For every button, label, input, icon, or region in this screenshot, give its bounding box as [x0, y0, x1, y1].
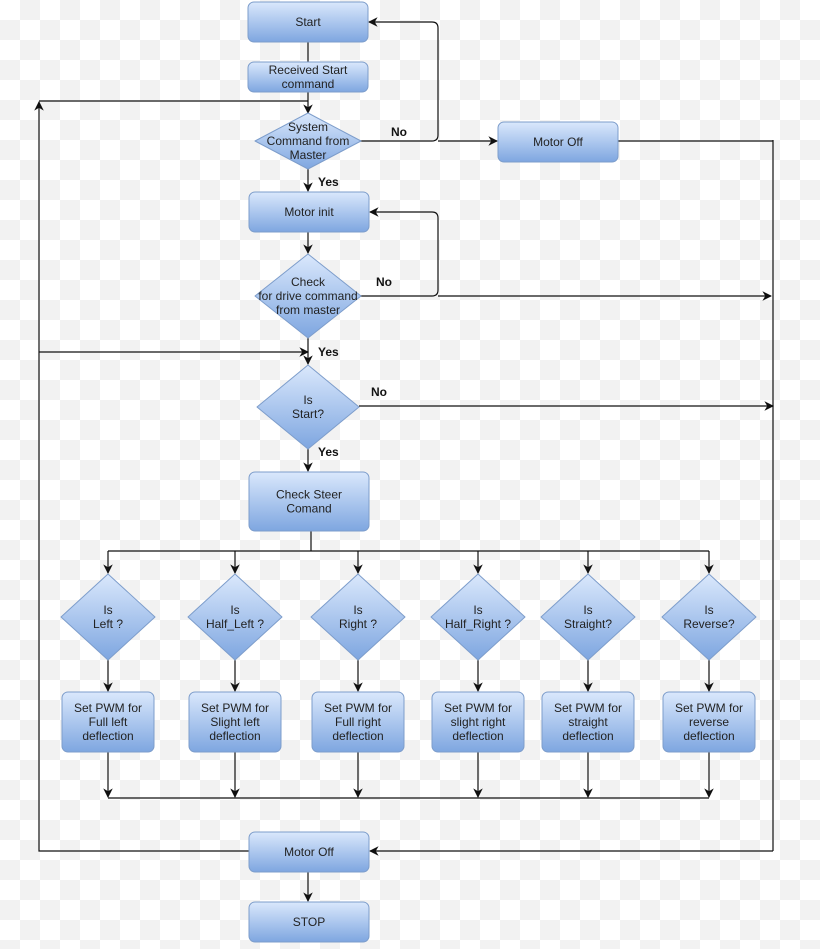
node-label-line: Is	[353, 603, 362, 617]
node-is-half-right: IsHalf_Right ?	[430, 573, 526, 661]
node-label-line: Comand	[286, 502, 331, 516]
node-pwm-right: Set PWM forFull rightdeflection	[311, 691, 405, 753]
flowchart: Start Received Startcommand SystemCommand …	[34, 1, 774, 943]
node-label-line: Set PWM for	[554, 701, 622, 715]
node-label-line: Half_Right ?	[445, 617, 511, 631]
node-label-line: Is	[103, 603, 112, 617]
node-label-line: Master	[290, 148, 327, 162]
node-label-line: Check Steer	[276, 488, 342, 502]
node-pwm-half-left: Set PWM forSlight leftdeflection	[188, 691, 282, 753]
node-label-line: Straight?	[564, 617, 612, 631]
node-label-line: Full right	[335, 715, 382, 729]
node-start: Start	[247, 1, 369, 43]
node-is-start: IsStart?	[256, 364, 360, 450]
node-label-line: from master	[276, 303, 340, 317]
node-label-line: Motor Off	[284, 845, 334, 859]
node-label-line: for drive command	[258, 289, 357, 303]
node-label-line: deflection	[562, 729, 613, 743]
node-pwm-reverse: Set PWM forreversedeflection	[662, 691, 756, 753]
node-label-line: Motor Off	[533, 135, 583, 149]
edge-system-no-to-start	[360, 17, 439, 142]
node-label-line: System	[288, 120, 328, 134]
node-label-line: Start	[295, 15, 321, 29]
node-label-line: Received Start	[269, 63, 348, 77]
node-label-line: deflection	[452, 729, 503, 743]
node-label-line: Right ?	[339, 617, 377, 631]
node-is-left: IsLeft ?	[60, 573, 156, 661]
node-label-line: Command from	[267, 134, 350, 148]
node-label-line: deflection	[82, 729, 133, 743]
node-label-line: deflection	[209, 729, 260, 743]
node-label-line: Start?	[292, 407, 324, 421]
node-stop: STOP	[248, 901, 370, 943]
node-label-line: Half_Left ?	[206, 617, 264, 631]
edge-label-drive-no: No	[376, 275, 392, 289]
node-label-line: straight	[568, 715, 608, 729]
node-label-line: Check	[291, 275, 326, 289]
edge-label-system-yes: Yes	[318, 175, 339, 189]
node-is-reverse: IsReverse?	[661, 573, 757, 661]
node-received: Received Startcommand	[247, 61, 369, 93]
node-system-cmd: SystemCommand fromMaster	[254, 112, 362, 170]
node-label-line: STOP	[293, 915, 325, 929]
node-label-line: deflection	[683, 729, 734, 743]
node-label-line: deflection	[332, 729, 383, 743]
node-label-line: reverse	[689, 715, 729, 729]
node-motor-off-bottom: Motor Off	[248, 831, 370, 873]
edge-label-start-yes: Yes	[318, 445, 339, 459]
node-label-line: Full left	[89, 715, 128, 729]
node-label-line: Set PWM for	[675, 701, 743, 715]
node-label-line: Slight left	[210, 715, 260, 729]
edge-label-system-no: No	[391, 125, 407, 139]
node-is-straight: IsStraight?	[540, 573, 636, 661]
edge-drive-no-to-motor-init	[360, 207, 439, 297]
node-is-right: IsRight ?	[310, 573, 406, 661]
node-label-line: Is	[704, 603, 713, 617]
node-label-line: Set PWM for	[324, 701, 392, 715]
node-motor-off-top: Motor Off	[497, 121, 619, 163]
node-label-line: Is	[230, 603, 239, 617]
node-is-half-left: IsHalf_Left ?	[187, 573, 283, 661]
node-check-steer: Check SteerComand	[248, 471, 370, 532]
node-label-line: Reverse?	[683, 617, 735, 631]
node-pwm-half-right: Set PWM forslight rightdeflection	[431, 691, 525, 753]
node-check-drive: Checkfor drive commandfrom master	[254, 253, 362, 339]
node-label-line: Is	[473, 603, 482, 617]
edge-label-drive-yes: Yes	[318, 345, 339, 359]
node-label-line: Is	[303, 393, 312, 407]
node-label-line: Motor init	[284, 205, 334, 219]
node-pwm-straight: Set PWM forstraightdeflection	[541, 691, 635, 753]
node-label-line: Set PWM for	[74, 701, 142, 715]
node-motor-init: Motor init	[248, 191, 370, 233]
node-label-line: slight right	[451, 715, 506, 729]
node-label-line: Is	[583, 603, 592, 617]
node-pwm-left: Set PWM forFull leftdeflection	[61, 691, 155, 753]
node-label-line: Left ?	[93, 617, 123, 631]
node-label-line: Set PWM for	[444, 701, 512, 715]
edge-label-start-no: No	[371, 385, 387, 399]
node-label-line: Set PWM for	[201, 701, 269, 715]
node-label-line: command	[282, 77, 335, 91]
